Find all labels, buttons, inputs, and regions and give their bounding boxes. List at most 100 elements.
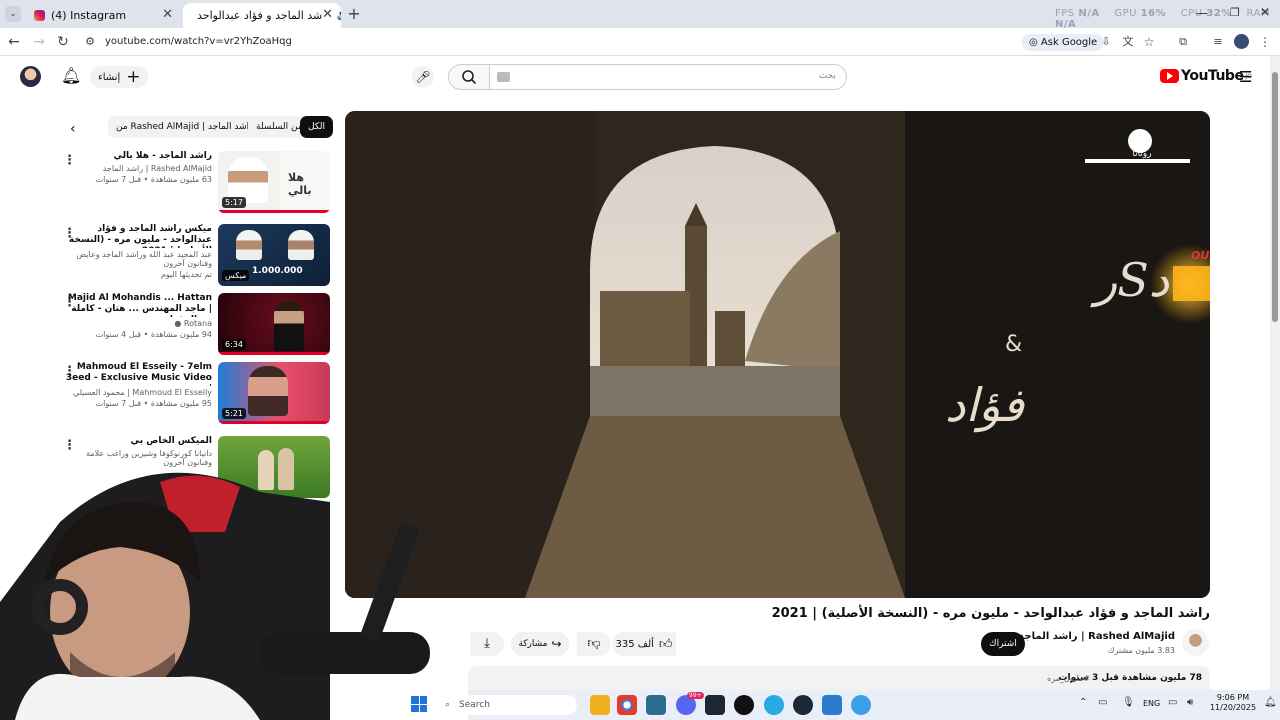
description-box[interactable]: 78 مليون مشاهدة قبل 3 سنوات #مليون_مره	[468, 666, 1210, 690]
watched-progress-bar	[218, 352, 330, 355]
subscriber-count: 3.83 مليون مشترك	[1107, 646, 1175, 655]
reading-list-icon[interactable]: ≡	[1210, 34, 1226, 50]
speaker-icon[interactable]: 🔈	[337, 10, 341, 21]
like-button[interactable]: 335 ألف 👍︎	[612, 632, 676, 656]
list-item[interactable]: ⋮ ميكس راشد الماجد و فؤاد عبدالواحد - مل…	[60, 224, 332, 288]
search-icon: ⌕	[445, 700, 451, 710]
network-icon[interactable]: ▭	[1168, 697, 1177, 708]
keyboard-icon[interactable]	[497, 72, 510, 82]
video-frame: رSد & فؤاد	[345, 111, 1210, 598]
overlay-out-text: OUT	[1191, 249, 1210, 262]
search-icon	[462, 70, 477, 85]
channel-watermark: روتانا	[1132, 149, 1152, 159]
duration-badge: 5:17	[222, 197, 246, 208]
hamburger-menu-icon[interactable]: ☰	[1239, 68, 1252, 86]
download-button[interactable]: ⤓	[470, 632, 504, 656]
obs-icon[interactable]	[734, 695, 754, 715]
steam-icon[interactable]	[793, 695, 813, 715]
dislike-button[interactable]: 👎︎	[577, 632, 611, 656]
app-icon[interactable]	[822, 695, 842, 715]
search-input[interactable]: بحث	[489, 64, 847, 90]
close-icon[interactable]: ✕	[322, 7, 333, 22]
thumbs-up-icon: 👍︎	[658, 636, 673, 652]
channel-avatar[interactable]	[1182, 629, 1209, 656]
thumbs-down-icon: 👎︎	[587, 636, 601, 651]
minimize-icon[interactable]: —	[1196, 6, 1208, 20]
tab-label: (4) Instagram	[51, 9, 127, 22]
app-icon[interactable]	[764, 695, 784, 715]
list-item[interactable]: ⋮ Mahmoud El Esseily - 7elm 3eed - Exclu…	[60, 362, 332, 426]
channel-name[interactable]: Rashed AlMajid | راشد الماجد ●	[1006, 631, 1175, 642]
instagram-icon	[34, 10, 45, 21]
svg-text:فؤاد: فؤاد	[945, 378, 1025, 433]
list-item[interactable]: ⋮ راشد الماجد - هلا بالي Rashed AlMajid …	[60, 151, 332, 215]
language-indicator[interactable]: ENG	[1143, 699, 1160, 708]
site-info-icon[interactable]: ⚙	[82, 34, 98, 50]
subscribe-button[interactable]: اشتراك	[981, 632, 1025, 656]
perf-overlay: FPS N/A GPU 16% CPU 32% RAM N/A	[1055, 8, 1270, 30]
chip-channel[interactable]: من Rashed AlMajid | راشد الماجد	[108, 116, 262, 138]
search-placeholder: بحث	[818, 71, 836, 81]
lens-icon: ◎	[1029, 37, 1038, 48]
avatar[interactable]	[20, 66, 41, 87]
back-icon[interactable]: ←	[6, 34, 22, 50]
new-tab-icon[interactable]: +	[346, 6, 362, 22]
search-button[interactable]	[448, 64, 490, 90]
voice-search-icon[interactable]: 🎤︎	[412, 66, 434, 88]
watched-progress-bar	[218, 421, 330, 424]
install-icon[interactable]: ⇩	[1098, 34, 1114, 50]
taskbar-search-input[interactable]: ⌕ Search	[437, 695, 577, 715]
volume-icon[interactable]: 🔊︎	[1187, 697, 1193, 708]
app-icon[interactable]	[851, 695, 871, 715]
tray-chevron-up-icon[interactable]: ⌃	[1079, 697, 1087, 708]
chevron-left-icon[interactable]: ‹	[70, 121, 76, 137]
reload-icon[interactable]: ↻	[55, 34, 71, 50]
tab-search-icon[interactable]: ⌄	[5, 6, 21, 22]
youtube-play-icon	[1160, 69, 1179, 83]
video-thumbnail[interactable]: 1.000.000 ميكس	[218, 224, 330, 286]
chip-all[interactable]: الكل	[300, 116, 334, 138]
bookmark-star-icon[interactable]: ☆	[1141, 34, 1157, 50]
plus-icon: +	[126, 67, 141, 87]
file-explorer-icon[interactable]	[590, 695, 610, 715]
chrome-icon[interactable]	[617, 695, 637, 715]
microphone-icon[interactable]: 🎙︎	[1122, 697, 1135, 708]
webcam-overlay	[0, 462, 468, 720]
svg-text:رSد: رSد	[1090, 253, 1170, 308]
ask-google-button[interactable]: ◎ Ask Google	[1022, 34, 1105, 51]
video-player[interactable]: رSد & فؤاد روتانا OUT	[345, 111, 1210, 598]
svg-text:&: &	[1005, 332, 1022, 357]
close-icon[interactable]: ✕	[162, 7, 173, 22]
tab-youtube[interactable]: راشد الماجد و فؤاد عبدالواحد 🔈 ✕	[183, 3, 341, 28]
share-button[interactable]: مشاركة ↪	[511, 632, 569, 656]
profile-avatar[interactable]	[1234, 34, 1249, 49]
list-item[interactable]: ⋮ Majid Al Mohandis ... Hattan | ماجد ال…	[60, 293, 332, 357]
clock[interactable]: 9:06 PM 11/20/2025	[1208, 693, 1258, 713]
address-bar-row: ← → ↻ ⚙ youtube.com/watch?v=vr2YhZoaHqg …	[0, 28, 1280, 56]
scrollbar-thumb[interactable]	[1272, 72, 1278, 322]
video-thumbnail[interactable]: 5:21	[218, 362, 330, 424]
video-thumbnail[interactable]: هلا بالي 5:17	[218, 151, 330, 213]
notifications-icon[interactable]: 🔔︎	[1264, 697, 1277, 708]
duration-badge: 5:21	[222, 408, 246, 419]
browser-tab-bar: ⌄ (4) Instagram ✕ راشد الماجد و فؤاد عبد…	[0, 0, 1280, 30]
kebab-menu-icon[interactable]: ⋮	[1257, 34, 1273, 50]
notification-badge: 99+	[687, 692, 704, 699]
terminal-icon[interactable]	[705, 695, 725, 715]
url-field[interactable]: youtube.com/watch?v=vr2YhZoaHqg	[105, 36, 292, 47]
tab-instagram[interactable]: (4) Instagram ✕	[26, 3, 181, 28]
restore-icon[interactable]: ❐	[1230, 6, 1240, 19]
video-thumbnail[interactable]: 6:34	[218, 293, 330, 355]
window-close-icon[interactable]: ✕	[1260, 5, 1270, 19]
forward-icon[interactable]: →	[31, 34, 47, 50]
notifications-bell-icon[interactable]: 🔔︎	[61, 66, 81, 85]
app-icon[interactable]	[646, 695, 666, 715]
tray-app-icon[interactable]: ▭	[1098, 697, 1107, 708]
create-button[interactable]: إنشاء +	[90, 66, 149, 88]
windows-start-icon[interactable]	[411, 696, 427, 712]
page-scrollbar[interactable]	[1270, 56, 1280, 690]
watched-progress-bar	[218, 210, 330, 213]
extensions-icon[interactable]: ⧉	[1175, 34, 1191, 50]
translate-icon[interactable]: 文	[1120, 34, 1136, 50]
share-icon: ↪	[551, 637, 562, 651]
